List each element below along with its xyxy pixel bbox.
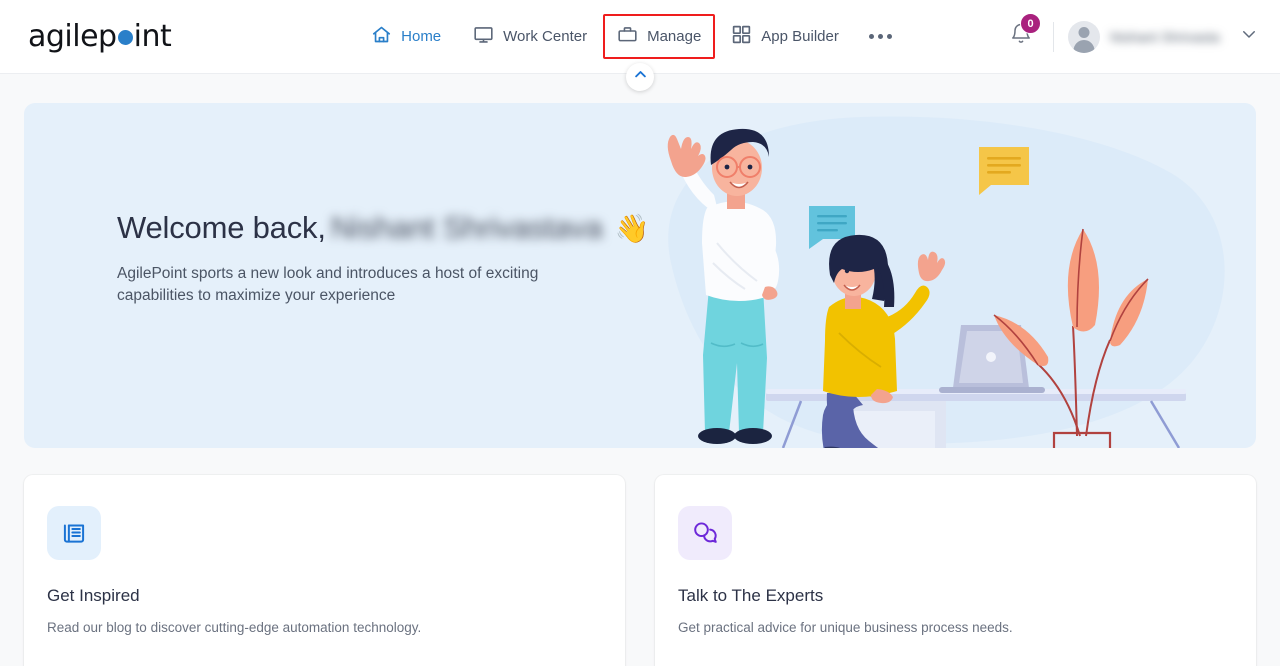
nav-item-home-label: Home — [401, 28, 442, 45]
user-name-label: Nishant Shrivastava — [1110, 28, 1220, 45]
ellipsis-dot-icon — [868, 34, 874, 39]
avatar — [1068, 20, 1100, 53]
notifications-button[interactable]: 0 — [1001, 13, 1047, 57]
grid-icon — [731, 24, 752, 49]
welcome-illustration — [631, 103, 1256, 448]
welcome-subtitle: AgilePoint sports a new look and introdu… — [117, 265, 539, 304]
welcome-banner: Welcome back, Nishant Shrivastava 👋 Agil… — [24, 103, 1256, 448]
nav-more-button[interactable] — [855, 26, 906, 47]
header-right-cluster: 0 Nishant Shrivastava — [1001, 13, 1280, 57]
nav-item-work-center[interactable]: Work Center — [457, 14, 603, 59]
main-navigation: Home Work Center Manage App Builder — [260, 14, 1001, 59]
nav-item-manage[interactable]: Manage — [603, 14, 716, 59]
brand-name-part2: int — [133, 19, 172, 54]
ellipsis-dot-icon — [886, 34, 892, 39]
main-content: Welcome back, Nishant Shrivastava 👋 Agil… — [0, 74, 1280, 666]
bell-icon — [1009, 23, 1033, 50]
nav-item-manage-label: Manage — [647, 28, 702, 45]
newspaper-icon — [47, 506, 101, 560]
app-header: agilep int Home Work Center Manage App B… — [0, 0, 1280, 91]
ellipsis-dot-icon — [877, 34, 883, 39]
nav-item-work-center-label: Work Center — [503, 28, 588, 45]
chevron-down-icon[interactable] — [1240, 25, 1258, 48]
collapse-banner-button[interactable] — [626, 63, 654, 91]
nav-item-home[interactable]: Home — [355, 14, 457, 59]
welcome-user-name: Nishant Shrivastava — [330, 210, 603, 245]
card-talk-to-experts[interactable]: Talk to The Experts Get practical advice… — [655, 475, 1256, 666]
monitor-icon — [473, 24, 494, 49]
notification-badge: 0 — [1020, 13, 1041, 34]
card-title: Get Inspired — [47, 586, 140, 605]
brand-logo[interactable]: agilep int — [0, 19, 300, 54]
welcome-greeting: Welcome back, — [117, 210, 326, 245]
info-cards-row: Get Inspired Read our blog to discover c… — [24, 475, 1256, 666]
brand-logo-text: agilep int — [28, 19, 172, 54]
nav-item-app-builder-label: App Builder — [761, 28, 839, 45]
welcome-heading: Welcome back, Nishant Shrivastava 👋 — [117, 210, 650, 246]
card-get-inspired[interactable]: Get Inspired Read our blog to discover c… — [24, 475, 625, 666]
welcome-text-block: Welcome back, Nishant Shrivastava 👋 Agil… — [117, 210, 650, 307]
brand-name-part1: agilep — [28, 19, 117, 54]
header-divider — [1053, 21, 1054, 52]
user-menu[interactable]: Nishant Shrivastava — [1068, 20, 1258, 53]
brand-dot-icon — [117, 30, 133, 45]
card-description: Read our blog to discover cutting-edge a… — [47, 620, 422, 635]
card-description: Get practical advice for unique business… — [678, 620, 1013, 635]
waving-hand-icon: 👋 — [614, 212, 650, 244]
chat-bubbles-icon — [678, 506, 732, 560]
chevron-up-icon — [633, 67, 648, 87]
home-icon — [371, 24, 392, 49]
card-title: Talk to The Experts — [678, 586, 824, 605]
nav-item-app-builder[interactable]: App Builder — [715, 14, 855, 59]
briefcase-icon — [617, 24, 638, 49]
